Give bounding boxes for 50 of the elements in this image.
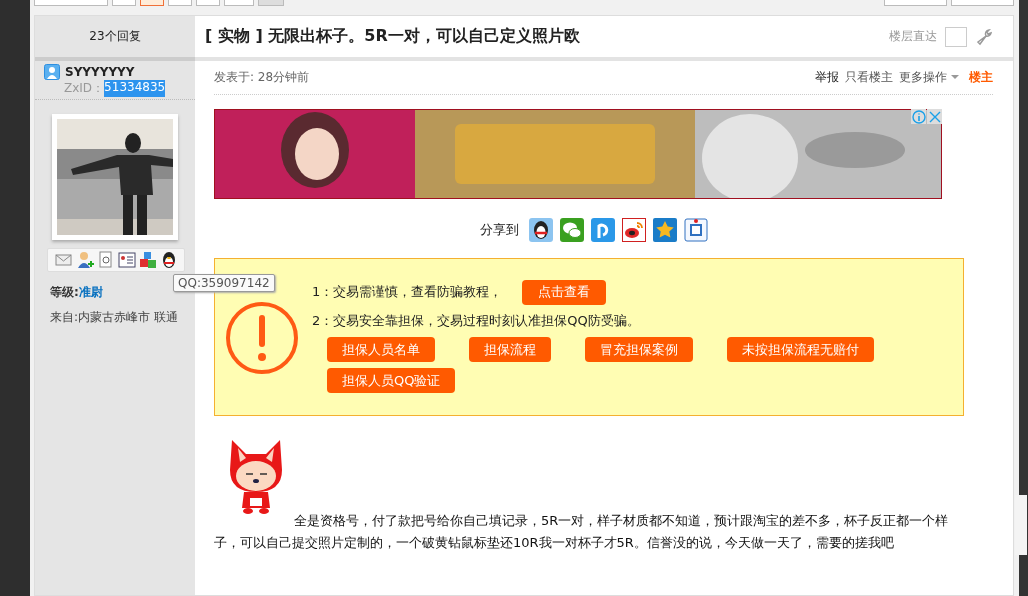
ad-info-icon[interactable] <box>911 109 926 124</box>
action-link[interactable]: 举报 <box>815 69 840 86</box>
warning-icon <box>225 301 299 375</box>
view-tutorial-button[interactable]: 点击查看 <box>522 279 607 305</box>
blocks-icon[interactable] <box>138 251 157 269</box>
pager-button[interactable] <box>34 0 108 6</box>
previous-thread-button[interactable] <box>884 0 947 6</box>
guarantee-button[interactable]: 未按担保流程无赔付 <box>727 337 874 362</box>
profile-card-icon[interactable] <box>117 251 136 269</box>
post-body: 全是资格号，付了款把号给你自己填记录，5R一对，样子材质都不知道，预计跟淘宝的差不多，杯子反正都一个样子，可以自己提交照片定制的，一个破黄钻鼠标垫还10R我一对杯子才5R。信誉没的说，今天做一天了，需要的搓我吧 <box>214 512 950 552</box>
page-button[interactable] <box>196 0 220 6</box>
floor-input[interactable] <box>945 26 967 47</box>
guarantee-button[interactable]: 担保人员名单 <box>327 337 435 362</box>
id-label: ZxID： <box>64 80 105 97</box>
thread-title: [ 实物 ] 无限出杯子。5R一对，可以自己定义照片欧 <box>205 26 581 47</box>
close-icon[interactable] <box>927 109 942 124</box>
share-label: 分享到 <box>480 221 519 239</box>
user-icon <box>44 64 60 80</box>
add-friend-icon[interactable] <box>75 251 94 269</box>
qq-penguin-icon[interactable] <box>529 218 553 242</box>
guarantee-button[interactable]: 冒充担保案例 <box>585 337 693 362</box>
floor-jump-label: 楼层直达 <box>889 28 937 45</box>
guarantee-button[interactable]: 担保人员QQ验证 <box>327 368 456 393</box>
notice-text: 1：交易需谨慎，查看防骗教程， <box>312 283 503 301</box>
username[interactable]: SYYYYYYY <box>65 65 135 79</box>
page-button[interactable] <box>112 0 136 6</box>
tooltip: QQ:359097142 <box>173 274 275 292</box>
user-location: 来自:内蒙古赤峰市 联通 <box>50 309 179 326</box>
mail-icon[interactable] <box>54 251 73 269</box>
p-logo-icon[interactable] <box>591 218 615 242</box>
wrench-icon[interactable] <box>975 27 993 46</box>
weibo-eye-icon[interactable] <box>622 218 646 242</box>
reply-count: 23个回复 <box>89 28 141 45</box>
user-id: 51334835 <box>104 80 166 97</box>
page-button[interactable] <box>140 0 164 6</box>
action-link[interactable]: 只看楼主 <box>845 69 894 86</box>
user-level[interactable]: 准尉 <box>78 285 103 299</box>
wechat-bubbles-icon[interactable] <box>560 218 584 242</box>
notice-text: 2：交易安全靠担保，交易过程时刻认准担保QQ防受骗。 <box>312 312 640 330</box>
post-icon[interactable] <box>684 218 708 242</box>
document-search-icon[interactable] <box>96 251 115 269</box>
post-time: 发表于: 28分钟前 <box>214 69 310 86</box>
page-button[interactable] <box>168 0 192 6</box>
owner-label: 楼主 <box>969 69 993 86</box>
go-button[interactable] <box>258 0 284 6</box>
level-label: 等级: <box>50 285 79 299</box>
page-input[interactable] <box>224 0 254 6</box>
next-thread-button[interactable] <box>951 0 1014 6</box>
guarantee-button[interactable]: 担保流程 <box>469 337 551 362</box>
more-actions-dropdown[interactable]: 更多操作 <box>899 69 959 86</box>
